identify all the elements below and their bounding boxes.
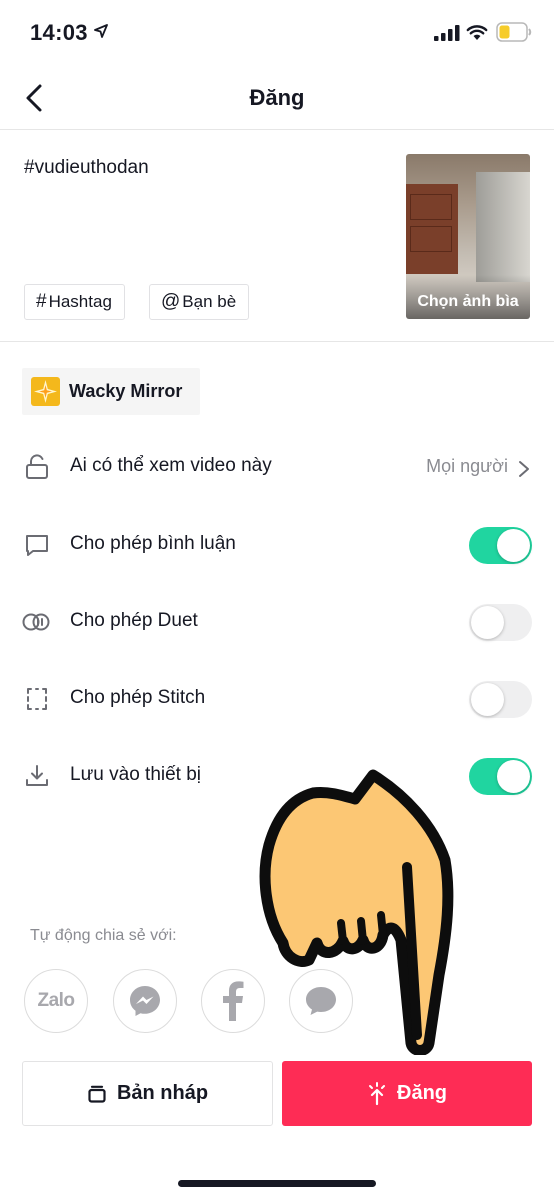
comments-toggle[interactable] (469, 527, 532, 564)
cover-detail (410, 226, 452, 252)
toggle-knob (471, 606, 504, 639)
privacy-setting-row[interactable]: Ai có thể xem video này Mọi người (0, 438, 554, 498)
friends-label: Bạn bè (182, 292, 237, 311)
mention-friends-button[interactable]: @ Bạn bè (149, 284, 250, 320)
share-message-button[interactable] (289, 969, 353, 1033)
post-label: Đăng (397, 1082, 447, 1104)
duet-toggle[interactable] (469, 604, 532, 641)
comments-setting-row: Cho phép bình luận (0, 516, 554, 576)
page-title: Đăng (249, 85, 305, 110)
save-to-device-row: Lưu vào thiết bị (0, 747, 554, 807)
post-upload-icon (367, 1081, 387, 1106)
cellular-signal-icon (434, 25, 460, 41)
draft-label: Bản nháp (116, 1082, 209, 1104)
messenger-icon (130, 986, 160, 1016)
lock-icon (26, 454, 48, 479)
draft-button[interactable]: Bản nháp (22, 1061, 273, 1126)
caption-area: #vudieuthodan # Hashtag @ Bạn bè Chọn ản… (0, 130, 554, 342)
stitch-toggle[interactable] (469, 681, 532, 718)
save-toggle[interactable] (469, 758, 532, 795)
chevron-right-icon (519, 461, 529, 477)
share-messenger-button[interactable] (113, 969, 177, 1033)
pointing-hand-icon (259, 769, 454, 1055)
draft-box-icon (87, 1085, 107, 1103)
duet-setting-row: Cho phép Duet (0, 593, 554, 653)
stitch-label: Cho phép Stitch (70, 687, 206, 708)
stitch-icon (27, 688, 47, 710)
hash-icon: # (36, 291, 47, 312)
hashtag-label: Hashtag (48, 292, 112, 311)
cover-picker[interactable]: Chọn ảnh bìa (406, 154, 530, 319)
privacy-label: Ai có thể xem video này (70, 455, 272, 476)
share-facebook-button[interactable] (201, 969, 265, 1033)
post-button[interactable]: Đăng (282, 1061, 532, 1126)
effect-chip[interactable]: Wacky Mirror (22, 368, 200, 415)
privacy-value: Mọi người (426, 456, 508, 476)
share-zalo-button[interactable]: Zalo (24, 969, 88, 1033)
cover-detail (476, 172, 530, 282)
effect-label: Wacky Mirror (69, 381, 183, 401)
wifi-icon (466, 25, 488, 40)
effect-sparkle-icon (31, 377, 60, 406)
zalo-icon: Zalo (37, 990, 75, 1011)
at-sign-icon: @ (161, 291, 181, 312)
toggle-knob (497, 529, 530, 562)
facebook-icon (223, 981, 244, 1021)
status-bar: 14:03 (0, 0, 554, 66)
duet-icon (22, 613, 50, 631)
comment-bubble-icon (26, 535, 48, 556)
status-time: 14:03 (30, 20, 88, 45)
caption-input[interactable]: #vudieuthodan (24, 157, 149, 179)
duet-label: Cho phép Duet (70, 610, 198, 631)
stitch-setting-row: Cho phép Stitch (0, 670, 554, 730)
hashtag-button[interactable]: # Hashtag (24, 284, 125, 320)
toggle-knob (471, 683, 504, 716)
home-indicator (178, 1180, 376, 1187)
cover-detail (410, 194, 452, 220)
save-label: Lưu vào thiết bị (70, 764, 202, 785)
toggle-knob (497, 760, 530, 793)
auto-share-label: Tự động chia sẻ với: (30, 927, 177, 944)
nav-bar: Đăng (0, 66, 554, 130)
message-icon (306, 987, 336, 1015)
comments-label: Cho phép bình luận (70, 533, 236, 554)
download-icon (26, 765, 48, 786)
location-arrow-icon (94, 24, 108, 38)
choose-cover-label: Chọn ảnh bìa (417, 293, 519, 310)
battery-icon (496, 22, 532, 42)
